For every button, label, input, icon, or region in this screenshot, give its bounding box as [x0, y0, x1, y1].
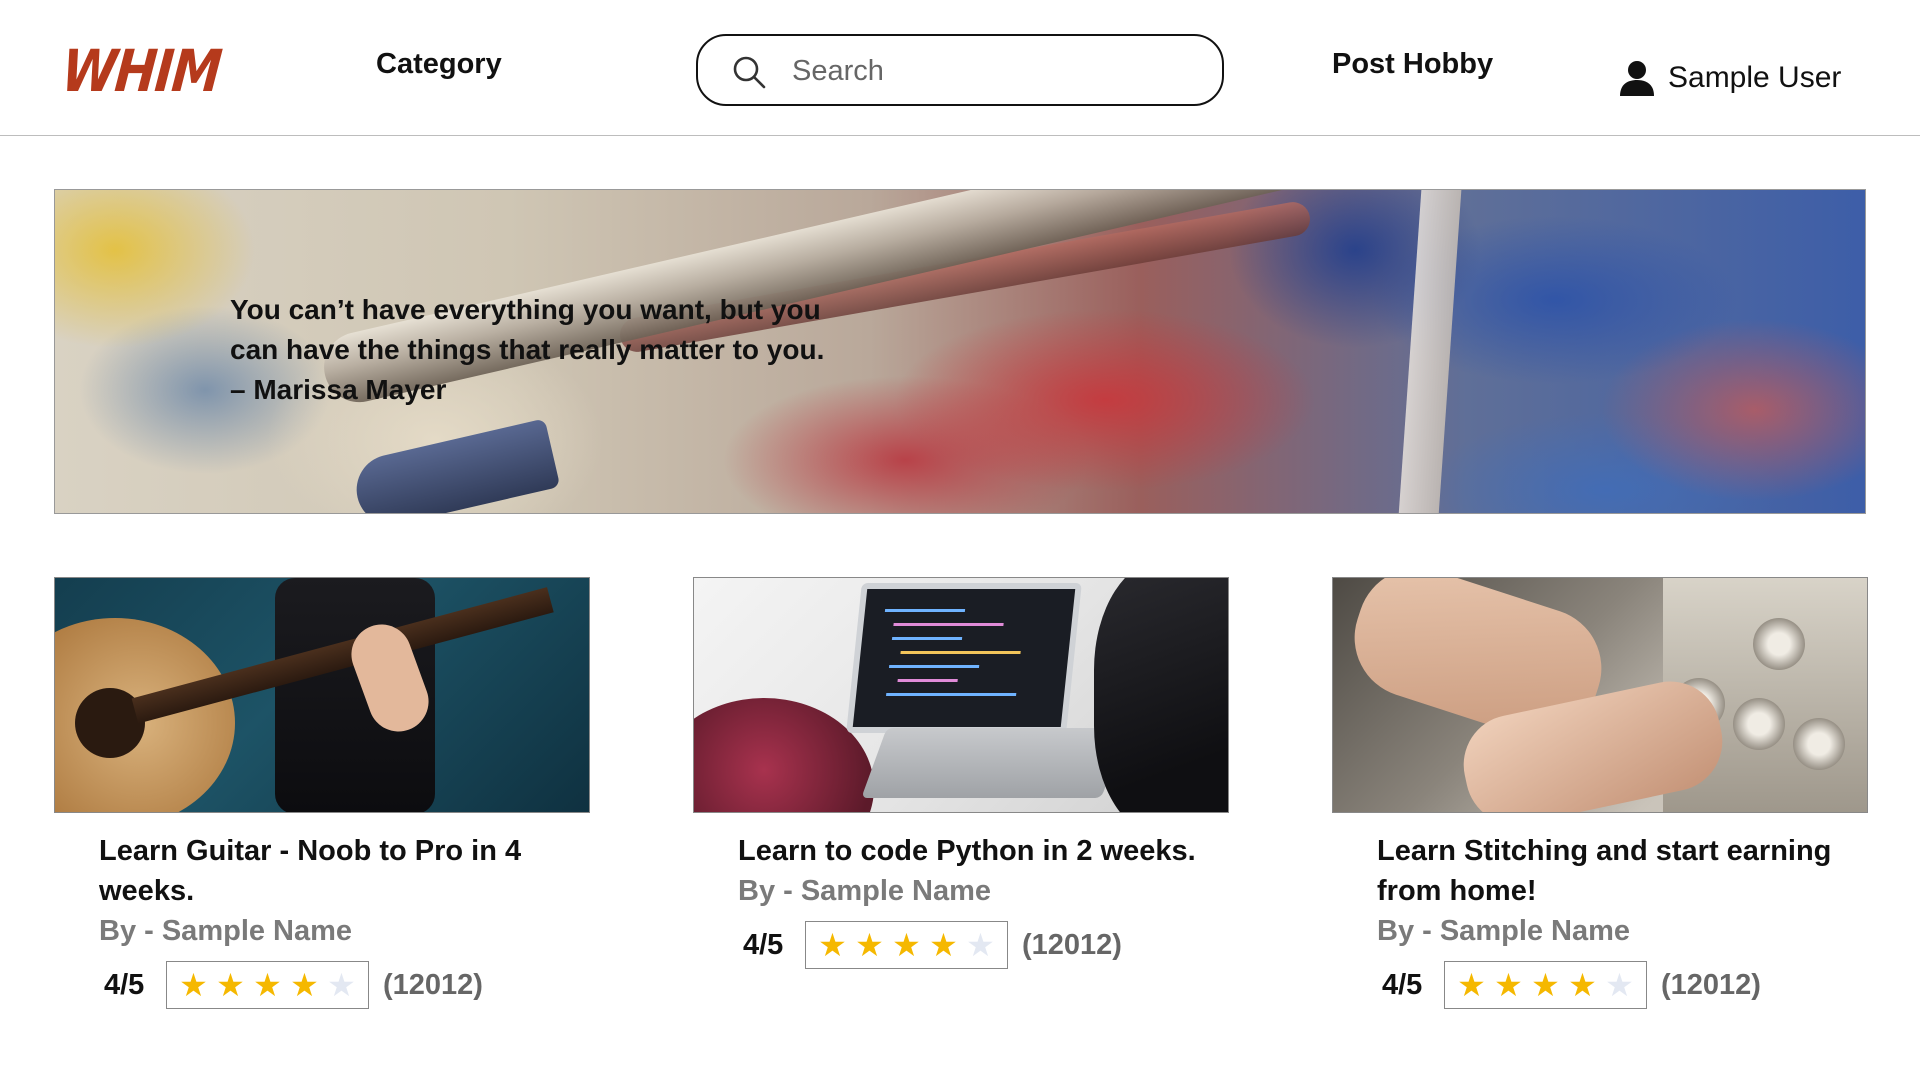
star-rating: ★ ★ ★ ★ ★	[1444, 961, 1647, 1009]
banner-canvas-stripe	[1398, 190, 1462, 513]
star-icon: ★	[818, 927, 847, 963]
star-icon: ★	[327, 967, 356, 1003]
review-count: (12012)	[1022, 928, 1122, 961]
hobby-card[interactable]: Learn Guitar - Noob to Pro in 4 weeks. B…	[54, 577, 590, 1009]
star-icon: ★	[855, 927, 884, 963]
star-icon: ★	[1531, 967, 1560, 1003]
user-icon	[1620, 61, 1654, 96]
guitar-photo[interactable]	[54, 577, 590, 813]
banner-quote: You can’t have everything you want, but …	[230, 294, 825, 405]
whim-logo[interactable]: WHIM	[59, 37, 223, 105]
card-author: By - Sample Name	[99, 915, 353, 947]
card-title[interactable]: Learn to code Python in 2 weeks.	[738, 831, 1198, 871]
hobby-card[interactable]: Learn Stitching and start earning from h…	[1332, 577, 1868, 1009]
star-icon: ★	[1457, 967, 1486, 1003]
banner-paintbrush-bristles	[349, 418, 561, 513]
post-hobby-nav-link[interactable]: Post Hobby	[1332, 48, 1493, 81]
card-title[interactable]: Learn Stitching and start earning from h…	[1377, 831, 1837, 911]
top-navbar: WHIM Category Post Hobby Sample User	[0, 0, 1920, 136]
star-icon: ★	[216, 967, 245, 1003]
rating-score: 4/5	[104, 968, 145, 1001]
card-rating: 4/5 ★ ★ ★ ★ ★ (12012)	[104, 961, 590, 1009]
star-icon: ★	[1494, 967, 1523, 1003]
star-icon: ★	[253, 967, 282, 1003]
hero-banner: You can’t have everything you want, but …	[54, 189, 1866, 514]
stitching-photo[interactable]	[1332, 577, 1868, 813]
star-icon: ★	[290, 967, 319, 1003]
card-author: By - Sample Name	[1377, 915, 1631, 947]
card-title[interactable]: Learn Guitar - Noob to Pro in 4 weeks.	[99, 831, 559, 911]
star-rating: ★ ★ ★ ★ ★	[166, 961, 369, 1009]
search-bar[interactable]	[696, 34, 1224, 106]
star-rating: ★ ★ ★ ★ ★	[805, 921, 1008, 969]
hobby-card[interactable]: Learn to code Python in 2 weeks. By - Sa…	[693, 577, 1229, 969]
card-rating: 4/5 ★ ★ ★ ★ ★ (12012)	[743, 921, 1229, 969]
star-icon: ★	[179, 967, 208, 1003]
category-nav-link[interactable]: Category	[376, 48, 502, 81]
card-rating: 4/5 ★ ★ ★ ★ ★ (12012)	[1382, 961, 1868, 1009]
user-menu[interactable]: Sample User	[1618, 58, 1841, 98]
rating-score: 4/5	[743, 928, 784, 961]
star-icon: ★	[1605, 967, 1634, 1003]
star-icon: ★	[892, 927, 921, 963]
coding-photo[interactable]	[693, 577, 1229, 813]
rating-score: 4/5	[1382, 968, 1423, 1001]
star-icon: ★	[966, 927, 995, 963]
search-icon	[733, 56, 766, 89]
card-author: By - Sample Name	[738, 875, 992, 907]
review-count: (12012)	[1661, 968, 1761, 1001]
star-icon: ★	[929, 927, 958, 963]
review-count: (12012)	[383, 968, 483, 1001]
user-name: Sample User	[1668, 61, 1842, 94]
search-input[interactable]	[792, 48, 1202, 94]
star-icon: ★	[1568, 967, 1597, 1003]
